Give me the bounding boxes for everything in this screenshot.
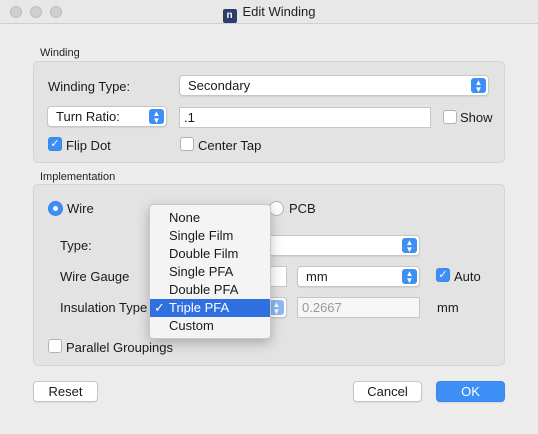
window-title: Edit Winding: [242, 4, 316, 19]
popup-arrows-icon: ▲ ▼: [269, 300, 284, 316]
menu-item-single-film[interactable]: Single Film: [150, 227, 270, 245]
wire-label: Wire: [67, 201, 94, 216]
show-label: Show: [460, 110, 493, 125]
app-icon: n: [222, 9, 237, 23]
pcb-radio[interactable]: [269, 201, 284, 216]
checkmark-icon: ✓: [154, 300, 165, 315]
checkmark-icon: ✓: [50, 138, 60, 150]
menu-item-none[interactable]: None: [150, 209, 270, 227]
insulation-thickness-field[interactable]: 0.2667: [297, 297, 420, 318]
auto-label: Auto: [454, 269, 481, 284]
cancel-button[interactable]: Cancel: [353, 381, 422, 402]
popup-arrows-icon: ▲ ▼: [402, 269, 417, 285]
window-title-wrap: n Edit Winding: [0, 4, 538, 23]
pcb-label: PCB: [289, 201, 316, 216]
menu-item-double-pfa[interactable]: Double PFA: [150, 281, 270, 299]
insulation-type-menu: None Single Film Double Film Single PFA …: [149, 204, 271, 339]
center-tap-checkbox[interactable]: [180, 137, 194, 151]
ratio-mode-popup[interactable]: Turn Ratio: ▲ ▼: [47, 106, 167, 127]
show-checkbox[interactable]: [443, 110, 457, 124]
type-label: Type:: [60, 238, 92, 253]
thickness-unit-label: mm: [437, 300, 459, 315]
parallel-groupings-checkbox[interactable]: [48, 339, 62, 353]
title-bar: n Edit Winding: [0, 0, 538, 24]
menu-item-label: Triple PFA: [169, 300, 230, 315]
unit-popup[interactable]: mm ▲ ▼: [297, 266, 420, 287]
wire-gauge-label: Wire Gauge: [60, 269, 130, 284]
menu-item-triple-pfa[interactable]: ✓ Triple PFA: [150, 299, 270, 317]
popup-arrows-icon: ▲ ▼: [149, 109, 164, 125]
popup-arrows-icon: ▲ ▼: [471, 78, 486, 94]
popup-arrows-icon: ▲ ▼: [402, 238, 417, 254]
insulation-type-label: Insulation Type: [60, 300, 148, 315]
center-tap-label: Center Tap: [198, 138, 262, 153]
ok-button[interactable]: OK: [436, 381, 505, 402]
flip-dot-label: Flip Dot: [66, 138, 111, 153]
wire-radio[interactable]: [48, 201, 63, 216]
winding-type-popup[interactable]: Secondary ▲ ▼: [179, 75, 489, 96]
winding-type-value: Secondary: [188, 78, 251, 93]
menu-item-single-pfa[interactable]: Single PFA: [150, 263, 270, 281]
menu-item-double-film[interactable]: Double Film: [150, 245, 270, 263]
checkmark-icon: ✓: [438, 269, 448, 281]
winding-section-label: Winding: [40, 47, 80, 59]
auto-checkbox[interactable]: ✓: [436, 268, 450, 282]
parallel-groupings-label: Parallel Groupings: [66, 340, 173, 355]
unit-value: mm: [306, 269, 328, 284]
reset-button[interactable]: Reset: [33, 381, 98, 402]
flip-dot-checkbox[interactable]: ✓: [48, 137, 62, 151]
menu-item-custom[interactable]: Custom: [150, 317, 270, 335]
implementation-section-label: Implementation: [40, 171, 116, 183]
winding-type-label: Winding Type:: [48, 79, 131, 94]
ratio-mode-value: Turn Ratio:: [56, 109, 120, 124]
ratio-value-field[interactable]: .1: [179, 107, 431, 128]
